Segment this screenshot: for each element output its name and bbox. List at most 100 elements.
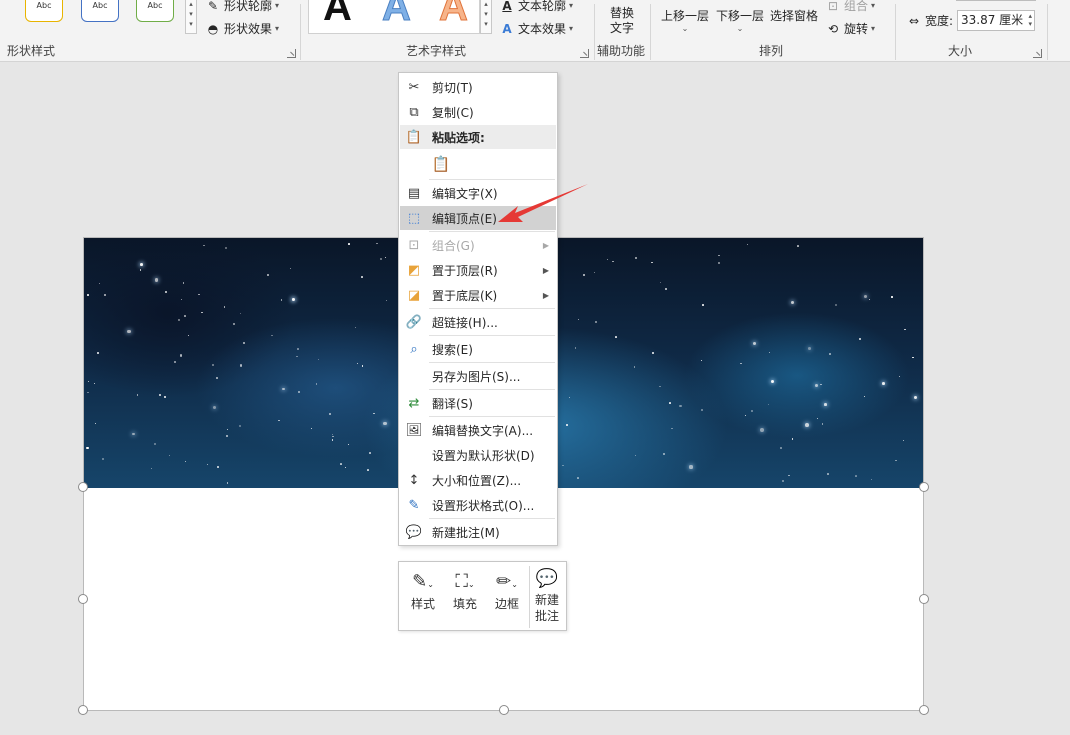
- wordart-scroll[interactable]: ▴ ▾ ▾: [480, 0, 492, 34]
- rotate-button[interactable]: ⟲ 旋转 ▾: [825, 20, 875, 37]
- send-backward-button[interactable]: 下移一层 ⌄: [716, 7, 764, 33]
- shape-outline-label: 形状轮廓: [224, 0, 273, 13]
- mini-new-comment-button[interactable]: 💬 新建 批注: [530, 566, 564, 624]
- search-icon: ⌕: [410, 341, 418, 357]
- menu-item-edit-text[interactable]: ▤ 编辑文字(X): [400, 181, 556, 205]
- shape-styles-scroll[interactable]: ▴ ▾ ▾: [185, 0, 197, 34]
- menu-item-copy[interactable]: ⧉ 复制(C): [400, 100, 556, 124]
- mini-toolbar: ✎⌄ 样式 ⛶⌄ 填充 ✏⌄ 边框 💬 新建 批注: [398, 561, 567, 631]
- mini-style-button[interactable]: ✎⌄ 样式: [403, 568, 443, 626]
- menu-item-new-comment[interactable]: 💬 新建批注(M): [400, 520, 556, 544]
- shape-effects-icon: ◓: [207, 21, 219, 36]
- resize-handle-middle-left[interactable]: [78, 594, 88, 604]
- copy-icon: ⧉: [409, 104, 419, 120]
- text-outline-icon: A: [502, 0, 512, 13]
- menu-item-edit-points[interactable]: ⬚ 编辑顶点(E): [400, 206, 556, 230]
- paste-icon: 📋: [405, 129, 423, 145]
- height-field[interactable]: [956, 0, 1036, 1]
- arrange-label: 排列: [759, 44, 784, 58]
- mini-new-comment-line1: 新建: [534, 593, 559, 607]
- submenu-arrow-icon: ▶: [542, 265, 549, 275]
- mini-fill-button[interactable]: ⛶⌄ 填充: [445, 568, 485, 626]
- shape-styles-group: Abc Abc Abc ▴ ▾ ▾ ✎ 形状轮廓 ▾ ◓ 形状效果 ▾ 形状样式: [0, 0, 298, 62]
- shape-style-preset-3[interactable]: Abc: [136, 0, 174, 22]
- style-icon: ✎⌄: [412, 571, 434, 592]
- alt-text-line1: 替换: [609, 6, 634, 20]
- menu-item-bring-to-front[interactable]: ◩ 置于顶层(R) ▶: [400, 258, 556, 282]
- mini-border-button[interactable]: ✏⌄ 边框: [487, 568, 527, 626]
- menu-item-edit-alt-text[interactable]: 🖼 编辑替换文字(A)...: [400, 418, 556, 442]
- chevron-down-icon: ▾: [569, 24, 574, 33]
- menu-item-search[interactable]: ⌕ 搜索(E): [400, 337, 556, 361]
- shape-style-preset-2[interactable]: Abc: [81, 0, 119, 22]
- paste-clipboard-icon: 📋: [431, 155, 451, 173]
- submenu-arrow-icon: ▶: [542, 240, 549, 250]
- menu-item-label: 复制(C): [432, 105, 474, 120]
- width-row: ⇔ 宽度:: [906, 12, 953, 29]
- alt-text-button[interactable]: 替换 文字: [595, 6, 649, 36]
- width-field[interactable]: 33.87 厘米 ▴ ▾: [957, 10, 1035, 31]
- wordart-preset-orange[interactable]: A: [439, 0, 469, 28]
- shape-style-preset-1[interactable]: Abc: [25, 0, 63, 22]
- shape-styles-launcher-icon[interactable]: [287, 49, 296, 58]
- menu-item-save-as-picture[interactable]: 另存为图片(S)...: [400, 364, 556, 388]
- shape-outline-button[interactable]: ✎ 形状轮廓 ▾: [205, 0, 279, 14]
- resize-handle-bottom-left[interactable]: [78, 705, 88, 715]
- group-button[interactable]: ⊡ 组合 ▾: [825, 0, 875, 14]
- menu-item-label: 另存为图片(S)...: [432, 369, 521, 384]
- text-outline-button[interactable]: A 文本轮廓 ▾: [499, 0, 573, 14]
- context-menu: ✂ 剪切(T) ⧉ 复制(C) 📋 粘贴选项: 📋 ▤ 编辑文字(X) ⬚ 编辑…: [398, 72, 558, 546]
- group-icon: ⊡: [408, 237, 420, 253]
- chevron-down-icon: ▾: [871, 1, 876, 10]
- width-icon: ⇔: [908, 13, 920, 28]
- submenu-arrow-icon: ▶: [542, 290, 549, 300]
- menu-item-set-default-shape[interactable]: 设置为默认形状(D): [400, 443, 556, 467]
- wordart-preset-blue[interactable]: A: [382, 0, 412, 28]
- text-box-icon: ▤: [407, 185, 421, 201]
- size-position-icon: ↕: [408, 472, 420, 488]
- rotate-icon: ⟲: [827, 21, 839, 36]
- text-effects-button[interactable]: A 文本效果 ▾: [499, 20, 573, 37]
- menu-item-cut[interactable]: ✂ 剪切(T): [400, 75, 556, 99]
- selection-pane-label: 选择窗格: [770, 9, 819, 23]
- wordart-gallery[interactable]: A A A: [308, 0, 480, 34]
- accessibility-group: 替换 文字 辅助功能: [595, 0, 649, 62]
- accessibility-label: 辅助功能: [597, 44, 646, 58]
- menu-item-label: 置于底层(K): [432, 288, 498, 303]
- resize-handle-middle-right[interactable]: [919, 594, 929, 604]
- link-icon: 🔗: [405, 314, 423, 330]
- paste-option-button[interactable]: 📋: [429, 151, 453, 177]
- menu-item-format-shape[interactable]: ✎ 设置形状格式(O)...: [400, 493, 556, 517]
- paint-bucket-icon: ⛶⌄: [455, 571, 475, 592]
- menu-item-label: 编辑替换文字(A)...: [432, 423, 534, 438]
- wordart-launcher-icon[interactable]: [580, 49, 589, 58]
- pencil-icon: ✎: [207, 0, 219, 13]
- menu-item-label: 剪切(T): [432, 80, 473, 95]
- mini-style-label: 样式: [410, 597, 435, 611]
- size-launcher-icon[interactable]: [1033, 49, 1042, 58]
- menu-item-send-to-back[interactable]: ◪ 置于底层(K) ▶: [400, 283, 556, 307]
- width-spinner[interactable]: ▴ ▾: [1028, 12, 1032, 28]
- menu-item-hyperlink[interactable]: 🔗 超链接(H)...: [400, 310, 556, 334]
- menu-item-group[interactable]: ⊡ 组合(G) ▶: [400, 233, 556, 257]
- chevron-down-icon: ▾: [275, 1, 280, 10]
- chevron-down-icon: ⌄: [736, 24, 744, 33]
- resize-handle-bottom-center[interactable]: [499, 705, 509, 715]
- new-comment-icon: 💬: [535, 568, 559, 589]
- menu-item-label: 设置形状格式(O)...: [432, 498, 535, 513]
- selection-pane-button[interactable]: 选择窗格: [770, 7, 818, 24]
- resize-handle-top-left[interactable]: [78, 482, 88, 492]
- chevron-down-icon: ▾: [275, 24, 280, 33]
- menu-item-label: 大小和位置(Z)...: [432, 473, 522, 488]
- menu-item-translate[interactable]: ⇄ 翻译(S): [400, 391, 556, 415]
- chevron-down-icon: ▾: [569, 1, 574, 10]
- resize-handle-top-right[interactable]: [919, 482, 929, 492]
- bring-forward-button[interactable]: 上移一层 ⌄: [661, 7, 709, 33]
- menu-item-label: 超链接(H)...: [432, 315, 498, 330]
- menu-item-label: 翻译(S): [432, 396, 473, 411]
- resize-handle-bottom-right[interactable]: [919, 705, 929, 715]
- shape-effects-button[interactable]: ◓ 形状效果 ▾: [205, 20, 279, 37]
- wordart-preset-black[interactable]: A: [323, 0, 352, 27]
- menu-item-label: 粘贴选项:: [432, 130, 485, 145]
- menu-item-size-position[interactable]: ↕ 大小和位置(Z)...: [400, 468, 556, 492]
